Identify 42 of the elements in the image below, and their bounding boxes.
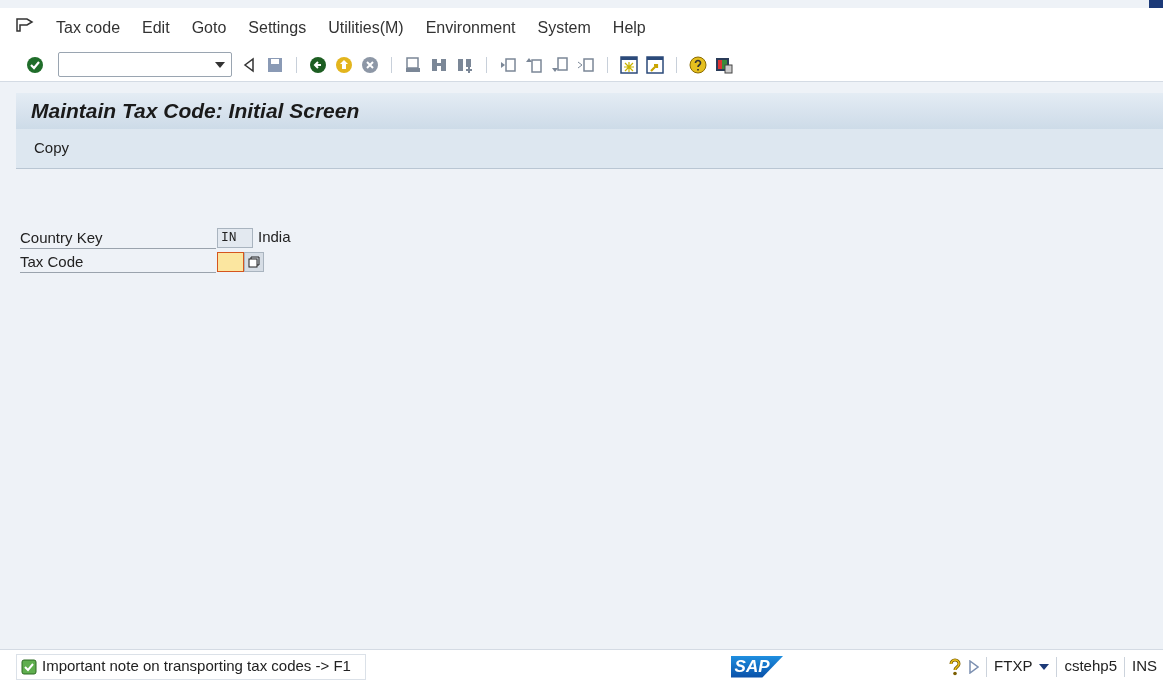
last-page-icon[interactable] bbox=[577, 55, 595, 74]
help-icon[interactable] bbox=[689, 55, 707, 74]
menu-item[interactable]: System bbox=[537, 16, 591, 40]
first-page-icon[interactable] bbox=[499, 55, 517, 74]
command-field[interactable] bbox=[58, 52, 232, 77]
help-icon[interactable] bbox=[948, 657, 963, 676]
cancel-icon[interactable] bbox=[361, 55, 379, 74]
new-session-icon[interactable] bbox=[620, 55, 638, 74]
dropdown-icon bbox=[215, 61, 225, 68]
input-field[interactable]: IN bbox=[217, 227, 253, 248]
menu-item[interactable]: Goto bbox=[191, 16, 227, 40]
menu-item[interactable]: Tax code bbox=[56, 16, 121, 40]
back-icon[interactable] bbox=[309, 55, 327, 74]
screen-title: Maintain Tax Code: Initial Screen bbox=[31, 98, 360, 125]
menu-item[interactable]: Help bbox=[612, 16, 646, 40]
field-label: Tax Code bbox=[20, 250, 216, 273]
check-icon[interactable] bbox=[26, 55, 44, 74]
menu-item[interactable]: Settings bbox=[248, 16, 307, 40]
menu-icon[interactable] bbox=[16, 18, 34, 32]
print-icon[interactable] bbox=[404, 55, 422, 74]
field-label: Country Key bbox=[20, 226, 216, 249]
save-icon[interactable] bbox=[266, 55, 284, 74]
menu-item[interactable]: Environment bbox=[425, 16, 516, 40]
server-name: cstehp5 bbox=[1064, 656, 1117, 677]
status-text: Important note on transporting tax codes -> F1 bbox=[42, 656, 351, 677]
transaction-code: FTXP bbox=[994, 656, 1033, 677]
menu-item[interactable]: Utilities(M) bbox=[328, 16, 404, 40]
shortcut-icon[interactable] bbox=[646, 55, 664, 74]
dropdown-icon[interactable] bbox=[1039, 663, 1050, 670]
copy-button[interactable]: Copy bbox=[34, 137, 70, 160]
logo: SAP bbox=[730, 655, 784, 678]
exit-icon[interactable] bbox=[335, 55, 353, 74]
menu-item[interactable]: Edit bbox=[142, 16, 170, 40]
next-page-icon[interactable] bbox=[551, 55, 569, 74]
value-help-button[interactable] bbox=[244, 251, 264, 272]
field-description: India bbox=[258, 227, 291, 248]
insert-mode: INS bbox=[1132, 656, 1157, 677]
input-field[interactable] bbox=[217, 251, 244, 272]
expand-triangle-icon[interactable] bbox=[969, 659, 980, 674]
layout-icon[interactable] bbox=[715, 55, 733, 74]
success-check-icon bbox=[21, 658, 37, 675]
value-help-icon bbox=[248, 255, 260, 268]
